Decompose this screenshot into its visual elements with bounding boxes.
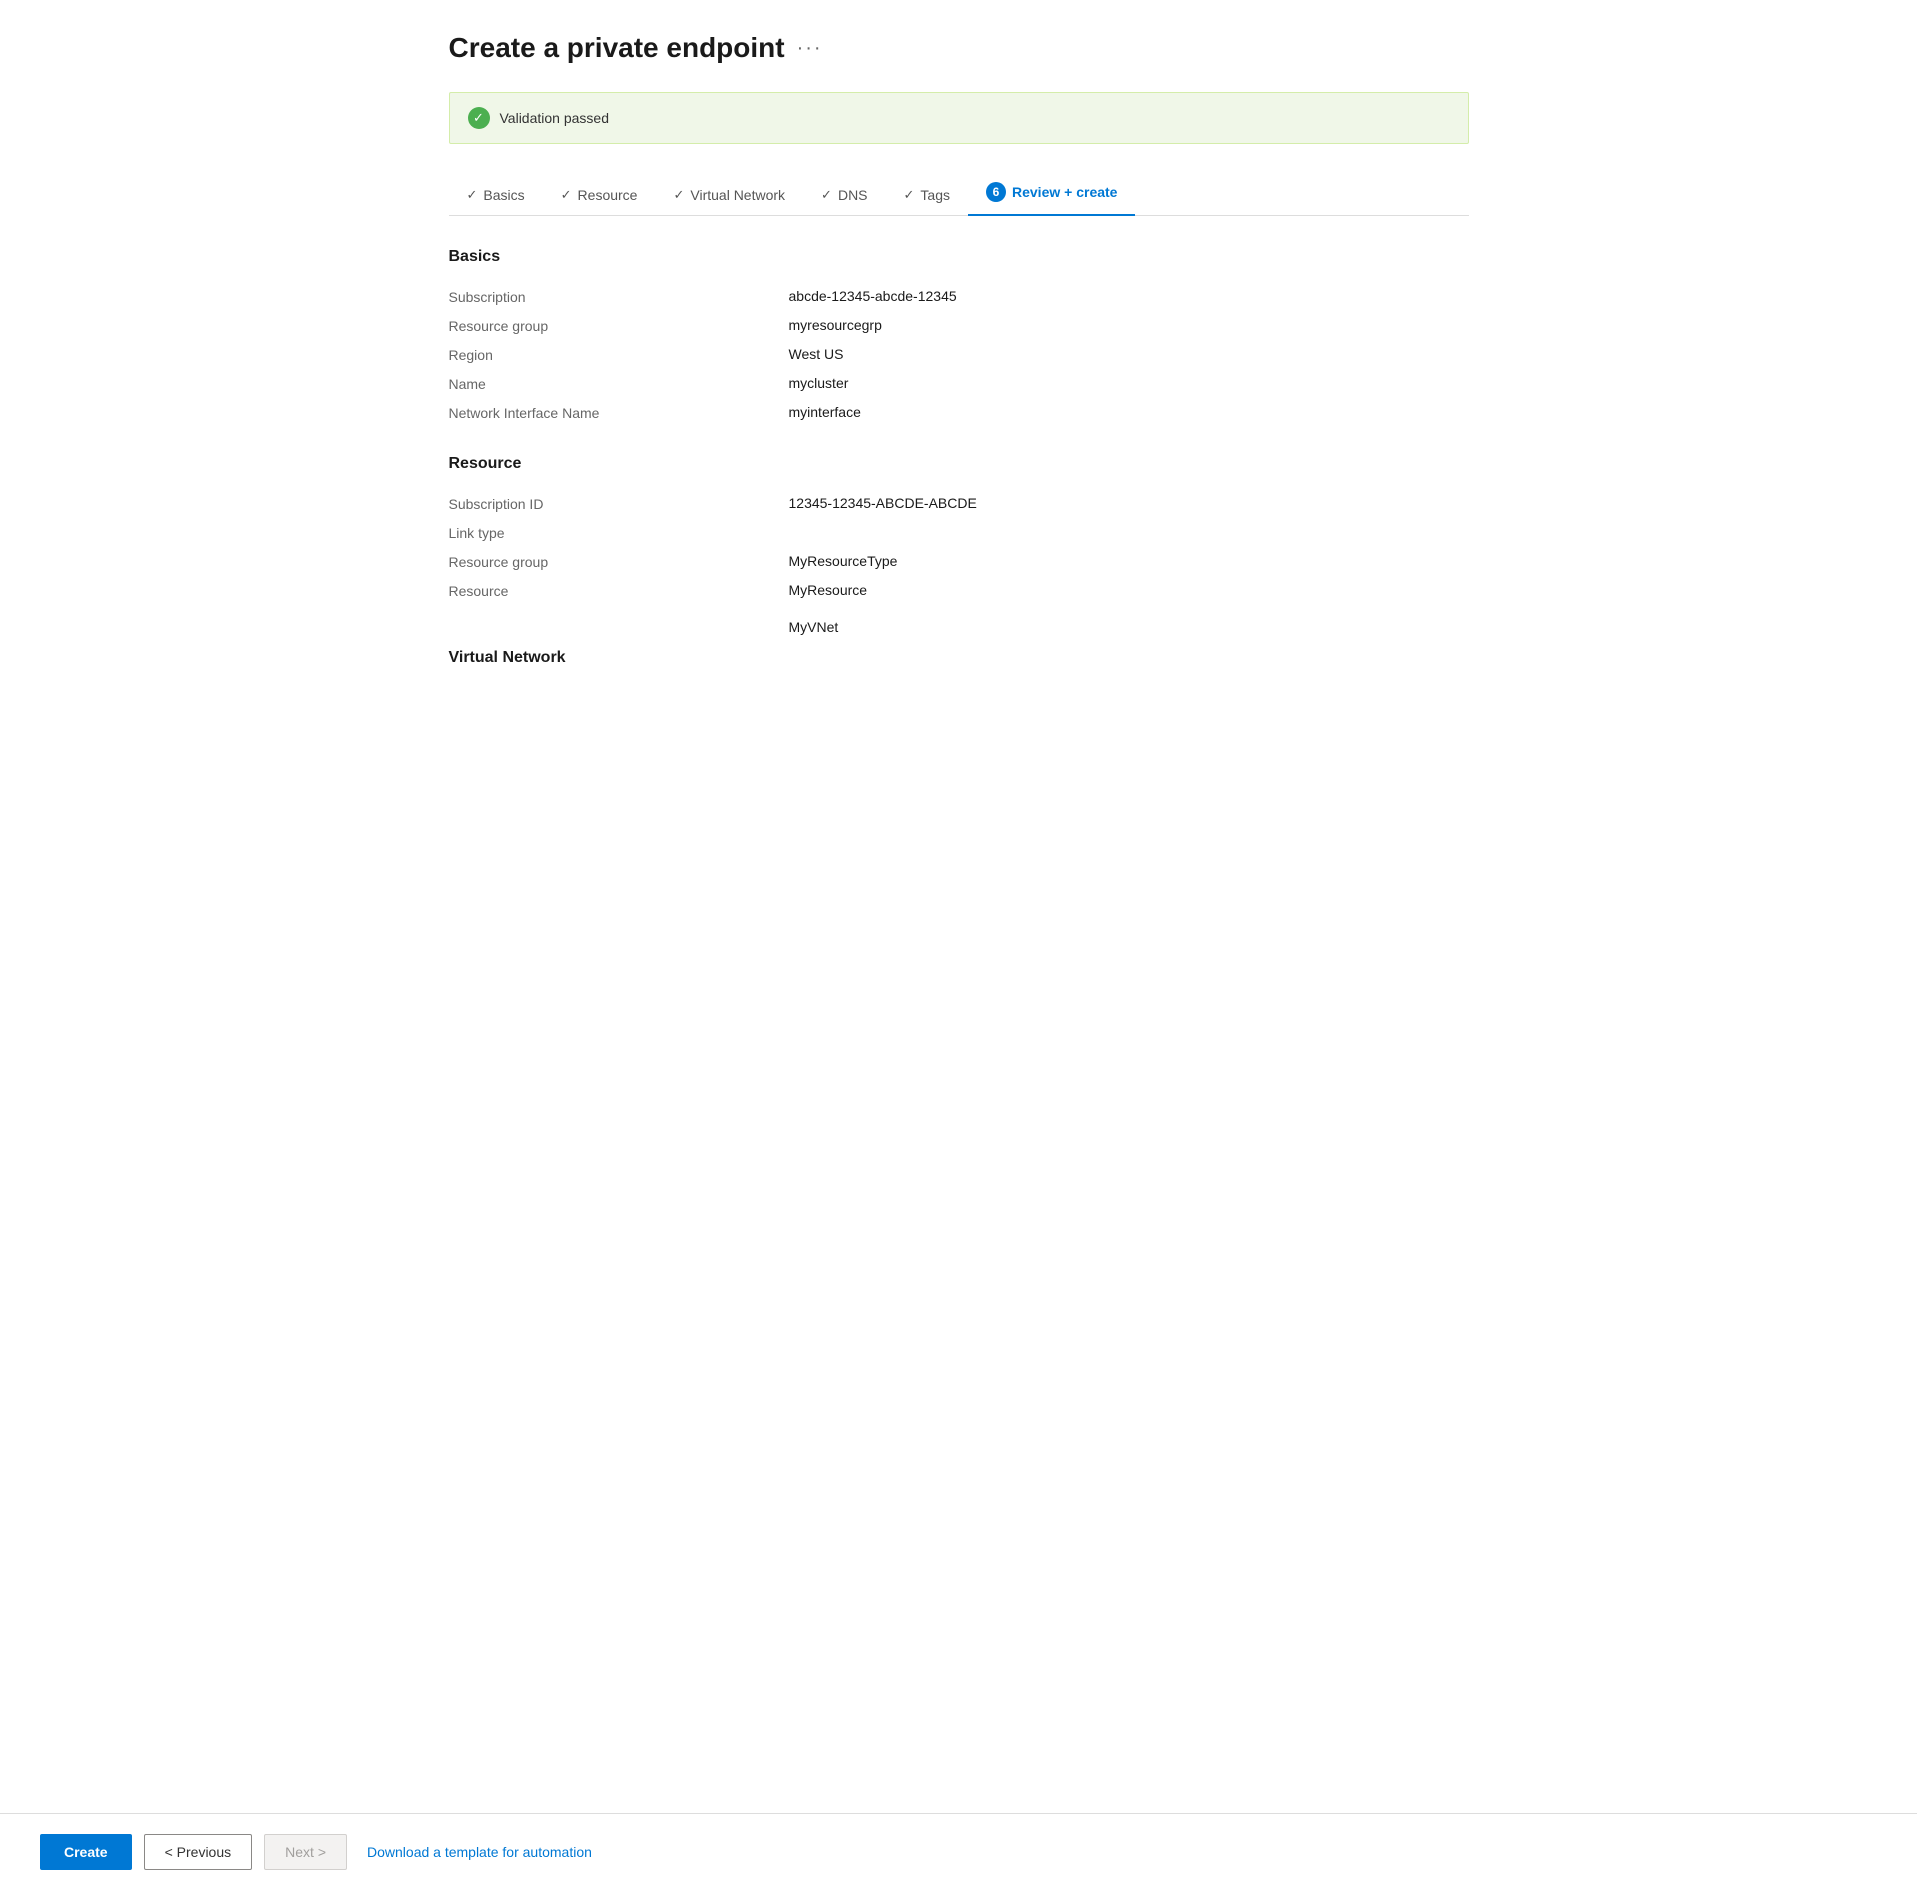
field-subscription: Subscription abcde-12345-abcde-12345 xyxy=(449,282,1469,311)
tab-review-create[interactable]: 6 Review + create xyxy=(968,172,1135,216)
tab-tags-label: Tags xyxy=(920,187,950,203)
ellipsis-menu[interactable]: ··· xyxy=(797,37,823,60)
tab-resource-check: ✓ xyxy=(561,187,572,203)
field-subscription-id: Subscription ID 12345-12345-ABCDE-ABCDE xyxy=(449,489,1469,518)
previous-button[interactable]: < Previous xyxy=(144,1834,253,1870)
content-area: Basics Subscription abcde-12345-abcde-12… xyxy=(449,248,1469,883)
field-vnet-value: MyVNet xyxy=(449,613,1469,641)
field-region: Region West US xyxy=(449,340,1469,369)
field-vnet-value-text: MyVNet xyxy=(789,619,839,635)
field-resource-group-resource-value: MyResourceType xyxy=(789,553,898,569)
field-name: Name mycluster xyxy=(449,369,1469,398)
create-button[interactable]: Create xyxy=(40,1834,132,1870)
tab-dns-label: DNS xyxy=(838,187,868,203)
tab-resource[interactable]: ✓ Resource xyxy=(543,177,656,215)
field-name-value: mycluster xyxy=(789,375,849,391)
field-subscription-value: abcde-12345-abcde-12345 xyxy=(789,288,957,304)
tab-virtual-network[interactable]: ✓ Virtual Network xyxy=(655,177,803,215)
field-subscription-label: Subscription xyxy=(449,288,789,305)
tab-dns-check: ✓ xyxy=(821,187,832,203)
tab-review-create-label: Review + create xyxy=(1012,184,1117,200)
field-resource: Resource MyResource xyxy=(449,576,1469,605)
field-subscription-id-value: 12345-12345-ABCDE-ABCDE xyxy=(789,495,977,511)
next-button: Next > xyxy=(264,1834,347,1870)
basics-section-title: Basics xyxy=(449,248,1469,266)
resource-section: Resource Subscription ID 12345-12345-ABC… xyxy=(449,455,1469,605)
field-resource-group-basics-label: Resource group xyxy=(449,317,789,334)
field-resource-group-resource-label: Resource group xyxy=(449,553,789,570)
field-vnet-value-label xyxy=(449,619,789,620)
virtual-network-section-title: Virtual Network xyxy=(449,649,1469,667)
tab-tags[interactable]: ✓ Tags xyxy=(886,177,968,215)
field-network-interface-name-value: myinterface xyxy=(789,404,861,420)
tab-review-create-badge: 6 xyxy=(986,182,1006,202)
download-template-link[interactable]: Download a template for automation xyxy=(367,1844,592,1860)
validation-banner: ✓ Validation passed xyxy=(449,92,1469,144)
field-subscription-id-label: Subscription ID xyxy=(449,495,789,512)
field-network-interface-name: Network Interface Name myinterface xyxy=(449,398,1469,427)
tabs-row: ✓ Basics ✓ Resource ✓ Virtual Network ✓ … xyxy=(449,172,1469,216)
validation-icon: ✓ xyxy=(468,107,490,129)
field-resource-label: Resource xyxy=(449,582,789,599)
field-resource-group-basics: Resource group myresourcegrp xyxy=(449,311,1469,340)
bottom-bar: Create < Previous Next > Download a temp… xyxy=(0,1813,1917,1890)
tab-resource-label: Resource xyxy=(578,187,638,203)
field-resource-group-resource: Resource group MyResourceType xyxy=(449,547,1469,576)
tab-basics-check: ✓ xyxy=(467,187,478,203)
tab-tags-check: ✓ xyxy=(904,187,915,203)
basics-section: Basics Subscription abcde-12345-abcde-12… xyxy=(449,248,1469,427)
field-resource-value: MyResource xyxy=(789,582,868,598)
page-title: Create a private endpoint xyxy=(449,32,785,64)
validation-text: Validation passed xyxy=(500,110,609,126)
tab-basics[interactable]: ✓ Basics xyxy=(449,177,543,215)
tab-dns[interactable]: ✓ DNS xyxy=(803,177,885,215)
field-name-label: Name xyxy=(449,375,789,392)
field-link-type: Link type xyxy=(449,518,1469,547)
field-network-interface-name-label: Network Interface Name xyxy=(449,404,789,421)
resource-section-title: Resource xyxy=(449,455,1469,473)
field-resource-group-basics-value: myresourcegrp xyxy=(789,317,882,333)
field-region-label: Region xyxy=(449,346,789,363)
field-link-type-label: Link type xyxy=(449,524,789,541)
field-region-value: West US xyxy=(789,346,844,362)
tab-virtual-network-label: Virtual Network xyxy=(690,187,785,203)
tab-virtual-network-check: ✓ xyxy=(673,187,684,203)
tab-basics-label: Basics xyxy=(483,187,524,203)
